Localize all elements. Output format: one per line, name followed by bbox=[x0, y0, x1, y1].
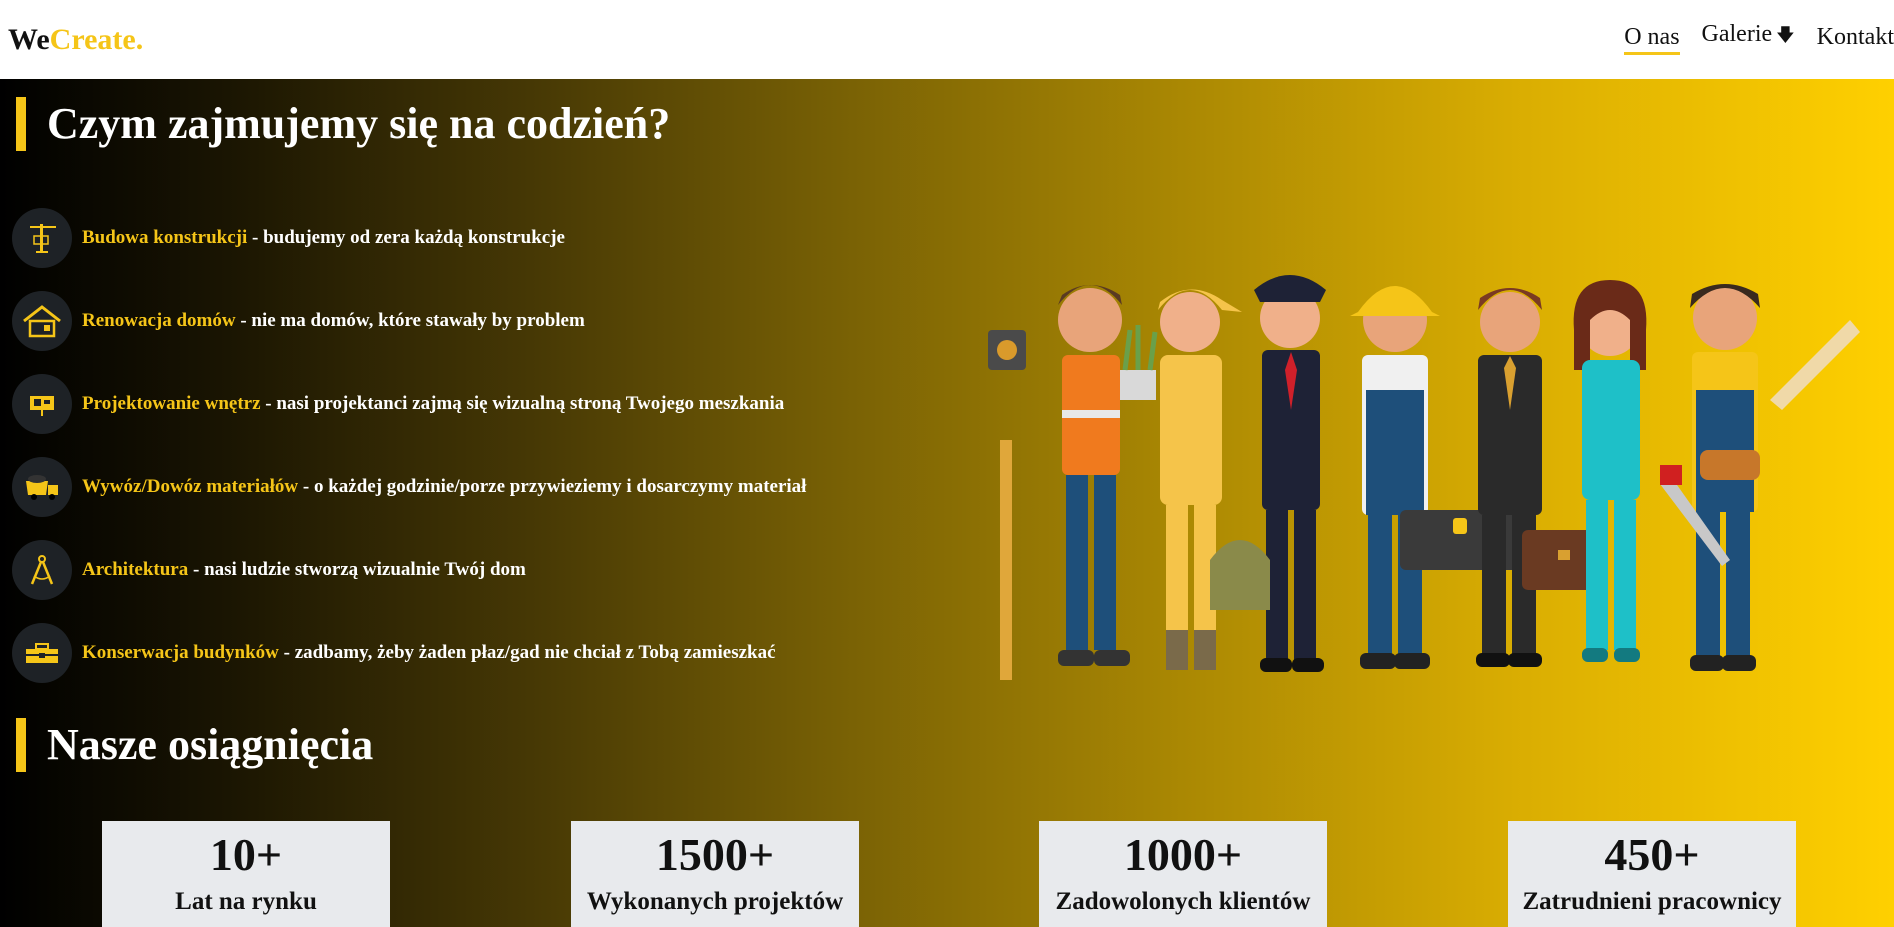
stat-label: Lat na rynku bbox=[175, 888, 317, 915]
gardener-figure bbox=[1120, 289, 1242, 670]
blueprint-icon bbox=[12, 373, 72, 434]
logo-create: Create. bbox=[49, 23, 144, 56]
nav-contact-link[interactable]: Kontakt bbox=[1817, 24, 1894, 55]
service-text: Wywóz/Dowóz materiałów - o każdej godzin… bbox=[82, 476, 806, 498]
service-name: Architektura bbox=[82, 558, 189, 580]
service-name: Renowacja domów bbox=[82, 309, 236, 331]
service-desc: - zadbamy, żeby żaden płaz/gad nie chcia… bbox=[278, 641, 776, 663]
top-navbar: WeCreate. O nas Galerie 🡇 Kontakt bbox=[0, 0, 1894, 79]
stat-label: Zatrudnieni pracownicy bbox=[1522, 888, 1782, 915]
service-text: Konserwacja budynków - zadbamy, żeby żad… bbox=[82, 642, 776, 664]
service-item: Budowa konstrukcji - budujemy od zera ka… bbox=[12, 196, 912, 279]
crane-icon bbox=[12, 207, 72, 268]
service-text: Projektowanie wnętrz - nasi projektanci … bbox=[82, 393, 784, 415]
service-name: Wywóz/Dowóz materiałów bbox=[82, 475, 299, 497]
services-heading: Czym zajmujemy się na codzień? bbox=[16, 97, 670, 151]
service-desc: - nasi projektanci zajmą się wizualną st… bbox=[260, 392, 785, 414]
stat-label: Wykonanych projektów bbox=[586, 888, 844, 915]
service-item: Architektura - nasi ludzie stworzą wizua… bbox=[12, 528, 912, 611]
stat-value: 10+ bbox=[209, 829, 283, 880]
service-name: Budowa konstrukcji bbox=[82, 226, 248, 248]
carpenter-figure bbox=[1660, 284, 1860, 671]
service-desc: - budujemy od zera każdą konstrukcje bbox=[247, 226, 565, 248]
arrow-down-icon: 🡇 bbox=[1776, 25, 1795, 45]
service-text: Budowa konstrukcji - budujemy od zera ka… bbox=[82, 227, 565, 249]
workers-illustration bbox=[988, 275, 1860, 680]
stat-card: 10+ Lat na rynku bbox=[102, 821, 390, 927]
stats-row: 10+ Lat na rynku 1500+ Wykonanych projek… bbox=[0, 821, 1894, 927]
achievements-heading: Nasze osiągnięcia bbox=[16, 718, 373, 772]
stat-label: Zadowolonych klientów bbox=[1055, 888, 1311, 915]
stat-value: 450+ bbox=[1604, 829, 1700, 880]
pilot-figure bbox=[1210, 275, 1326, 672]
service-item: Renowacja domów - nie ma domów, które st… bbox=[12, 279, 912, 362]
nav-gallery-label: Galerie bbox=[1701, 21, 1773, 47]
compass-icon bbox=[12, 539, 72, 600]
service-name: Konserwacja budynków bbox=[82, 641, 279, 663]
house-icon bbox=[12, 290, 72, 351]
nurse-figure bbox=[1573, 280, 1647, 662]
service-desc: - o każdej godzinie/porze przywieziemy i… bbox=[298, 475, 807, 497]
stat-value: 1000+ bbox=[1123, 829, 1243, 880]
services-list: Budowa konstrukcji - budujemy od zera ka… bbox=[12, 196, 912, 694]
main-menu: O nas Galerie 🡇 Kontakt bbox=[1602, 21, 1894, 57]
service-text: Renowacja domów - nie ma domów, które st… bbox=[82, 310, 585, 332]
service-item: Wywóz/Dowóz materiałów - o każdej godzin… bbox=[12, 445, 912, 528]
stat-card: 450+ Zatrudnieni pracownicy bbox=[1508, 821, 1796, 927]
nav-about-link[interactable]: O nas bbox=[1624, 24, 1680, 55]
stat-card: 1500+ Wykonanych projektów bbox=[571, 821, 859, 927]
service-item: Projektowanie wnętrz - nasi projektanci … bbox=[12, 362, 912, 445]
surveyor-figure bbox=[988, 285, 1130, 680]
stat-card: 1000+ Zadowolonych klientów bbox=[1039, 821, 1327, 927]
truck-icon bbox=[12, 456, 72, 517]
nav-gallery-dropdown[interactable]: Galerie 🡇 bbox=[1702, 21, 1795, 57]
service-name: Projektowanie wnętrz bbox=[82, 392, 261, 414]
service-desc: - nasi ludzie stworzą wizualnie Twój dom bbox=[188, 558, 526, 580]
logo[interactable]: WeCreate. bbox=[8, 20, 143, 60]
service-desc: - nie ma domów, które stawały by problem bbox=[235, 309, 585, 331]
hero-section: Czym zajmujemy się na codzień? Budowa ko… bbox=[0, 79, 1894, 927]
toolbox-icon bbox=[12, 622, 72, 683]
service-item: Konserwacja budynków - zadbamy, żeby żad… bbox=[12, 611, 912, 694]
stat-value: 1500+ bbox=[655, 829, 775, 880]
logo-we: We bbox=[8, 23, 50, 56]
service-text: Architektura - nasi ludzie stworzą wizua… bbox=[82, 559, 526, 581]
